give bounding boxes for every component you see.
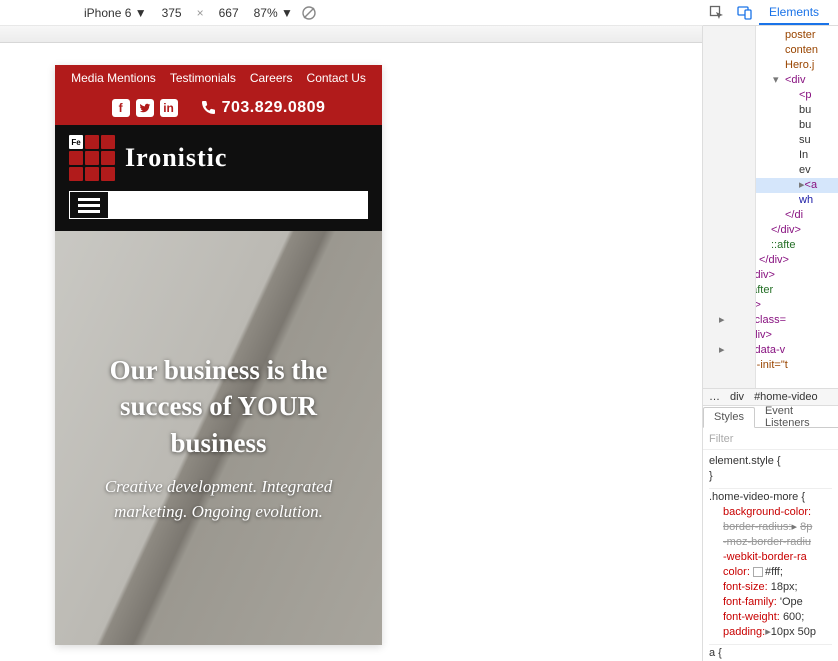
crumb-more[interactable]: … (709, 391, 720, 403)
style-rule[interactable]: element.style { } (709, 454, 832, 489)
preview-canvas: Media Mentions Testimonials Careers Cont… (0, 43, 702, 661)
nav-contact[interactable]: Contact Us (307, 71, 366, 85)
nav-careers[interactable]: Careers (250, 71, 293, 85)
tab-styles[interactable]: Styles (703, 407, 755, 428)
styles-filter[interactable]: Filter (703, 428, 838, 450)
devtools-header: Elements (703, 0, 838, 26)
preview-column: Media Mentions Testimonials Careers Cont… (0, 26, 703, 661)
logo-icon: Fe (69, 135, 115, 181)
phone-number[interactable]: 703.829.0809 (222, 99, 326, 117)
facebook-icon[interactable]: f (112, 99, 130, 117)
hero-section: Our business is the success of YOUR busi… (55, 231, 382, 645)
logo-fe: Fe (69, 135, 83, 149)
crumb-id[interactable]: #home-video (754, 391, 818, 403)
site-topbar: Media Mentions Testimonials Careers Cont… (55, 65, 382, 125)
twitter-icon[interactable] (136, 99, 154, 117)
nav-testimonials[interactable]: Testimonials (170, 71, 236, 85)
inspect-icon[interactable] (709, 5, 725, 21)
hero-sub: Creative development. Integrated marketi… (69, 475, 368, 524)
style-rule[interactable]: .home-video-more { background-color: bor… (709, 490, 832, 645)
devtools-panel: Elements poster conten Hero.j <div <p bu… (703, 26, 838, 661)
phone-icon (200, 100, 216, 116)
devtools-tabs: Elements (759, 0, 829, 25)
brand-bar: Fe Ironistic (55, 125, 382, 191)
tab-elements[interactable]: Elements (759, 0, 829, 25)
crumb-div[interactable]: div (730, 391, 744, 403)
hero-heading: Our business is the success of YOUR busi… (69, 352, 368, 461)
dom-breadcrumb[interactable]: … div #home-video (703, 388, 838, 406)
search-row (55, 191, 382, 231)
horizontal-ruler (0, 26, 702, 43)
nav-media[interactable]: Media Mentions (71, 71, 156, 85)
search-input[interactable] (109, 191, 368, 219)
linkedin-icon[interactable]: in (160, 99, 178, 117)
zoom-picker[interactable]: 87% ▼ (254, 6, 293, 20)
dimension-separator: × (197, 6, 204, 20)
tab-event-listeners[interactable]: Event Listeners (755, 406, 838, 427)
top-nav: Media Mentions Testimonials Careers Cont… (65, 71, 372, 85)
viewport-width[interactable]: 375 (155, 6, 189, 20)
hamburger-icon[interactable] (69, 191, 109, 219)
device-picker[interactable]: iPhone 6 ▼ (84, 6, 147, 20)
style-rule[interactable]: a { (709, 646, 832, 661)
phone-frame: Media Mentions Testimonials Careers Cont… (55, 65, 382, 645)
rotate-icon[interactable] (301, 5, 317, 21)
social-row: f in 703.829.0809 (112, 99, 326, 117)
dom-tree[interactable]: poster conten Hero.j <div <p bu bu su In… (703, 26, 838, 388)
viewport-height[interactable]: 667 (212, 6, 246, 20)
styles-body[interactable]: element.style { } .home-video-more { bac… (703, 450, 838, 661)
main-split: Media Mentions Testimonials Careers Cont… (0, 26, 838, 661)
color-swatch-icon[interactable] (753, 567, 763, 577)
styles-tabs: Styles Event Listeners (703, 406, 838, 428)
brand-name[interactable]: Ironistic (125, 143, 227, 173)
device-mode-icon[interactable] (737, 5, 753, 21)
devtools-app: iPhone 6 ▼ 375 × 667 87% ▼ ⋮ Media Menti… (0, 0, 838, 661)
